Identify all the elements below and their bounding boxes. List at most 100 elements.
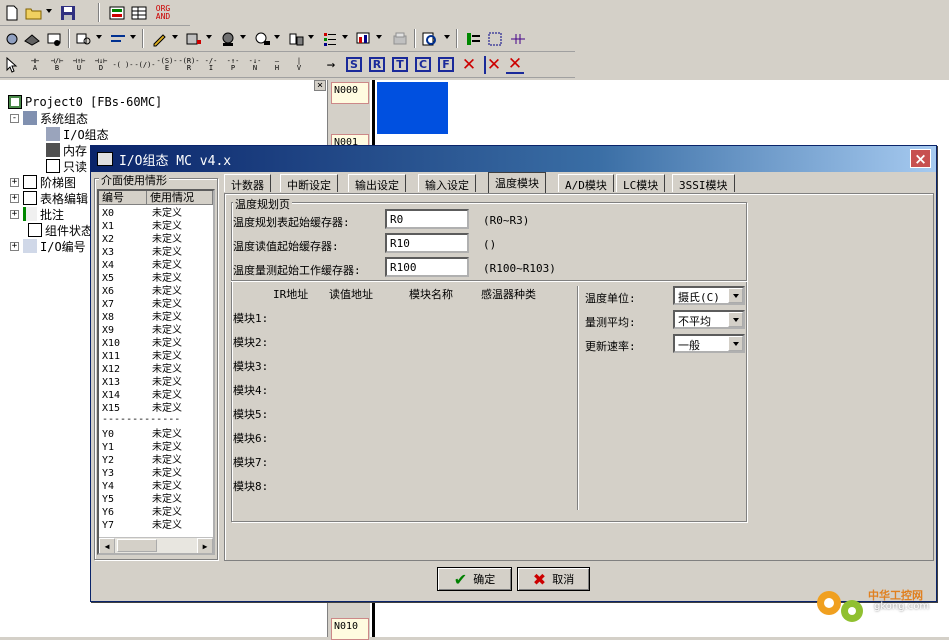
ladder-net-icon[interactable] <box>508 29 528 48</box>
set-block-button[interactable]: S <box>346 57 362 72</box>
horizontal-scrollbar[interactable]: ◀ ▶ <box>99 537 213 553</box>
tree-item-comment[interactable]: + 批注 <box>10 206 64 222</box>
ok-button[interactable]: ✔ 确定 <box>437 567 512 591</box>
io-usage-list[interactable]: 编号 使用情况 X0 未定义 X1 未定义 X2 未定义 X3 未定义 X4 未定义 X5 未定义 X6… <box>97 189 215 555</box>
temp-unit-select[interactable]: 摄氏(C) <box>673 286 745 305</box>
set-coil-button[interactable]: -(S)- E <box>156 55 178 75</box>
pointer-icon[interactable] <box>2 55 22 74</box>
plan-table-start-input[interactable]: R0 <box>385 209 469 229</box>
tree-item-rom[interactable]: 只读 <box>46 158 87 174</box>
list-item[interactable]: Y3 未定义 <box>102 467 182 480</box>
measure-average-select[interactable]: 不平均 <box>673 310 745 329</box>
list-item[interactable]: X13 未定义 <box>102 376 182 389</box>
scroll-right-icon[interactable]: ▶ <box>197 538 213 553</box>
list-item[interactable]: X0 未定义 <box>102 207 182 220</box>
tree-item-memory[interactable]: 内存 <box>46 142 87 158</box>
list-item[interactable]: X4 未定义 <box>102 259 182 272</box>
counter-block-button[interactable]: C <box>415 57 431 72</box>
tab-counter[interactable]: 计数器 <box>224 174 271 192</box>
tab-ad[interactable]: A/D模块 <box>558 174 614 192</box>
list-item[interactable]: X12 未定义 <box>102 363 182 376</box>
find-icon[interactable] <box>420 29 440 48</box>
contact-up-button[interactable]: ⊣↑⊢ U <box>68 55 90 75</box>
reset-block-button[interactable]: R <box>369 57 385 72</box>
rung-number[interactable]: N000 <box>331 82 369 104</box>
online-icon[interactable] <box>218 29 238 48</box>
expand-toggle[interactable]: + <box>10 193 19 203</box>
timer-block-button[interactable]: T <box>392 57 408 72</box>
tab-lc[interactable]: LC模块 <box>616 174 666 192</box>
chevron-down-icon[interactable] <box>728 288 743 303</box>
reset-coil-button[interactable]: -(R)- R <box>178 55 200 75</box>
measure-work-start-input[interactable]: R100 <box>385 257 469 277</box>
scroll-thumb[interactable] <box>117 539 157 552</box>
list-item[interactable]: X14 未定义 <box>102 389 182 402</box>
falling-edge-button[interactable]: -↓- N <box>244 55 266 75</box>
chart-tool-icon[interactable] <box>354 29 374 48</box>
tab-output[interactable]: 输出设定 <box>348 174 406 192</box>
list-item[interactable]: Y1 未定义 <box>102 441 182 454</box>
save-icon[interactable] <box>58 3 78 22</box>
compare-icon[interactable] <box>108 29 128 48</box>
delete-horizontal-icon[interactable]: ✕ <box>506 54 524 74</box>
column-header-number[interactable]: 编号 <box>99 191 147 205</box>
list-icon[interactable] <box>320 29 340 48</box>
memory-icon[interactable] <box>22 29 42 48</box>
tree-item-project[interactable]: Project0 [FBs-60MC] <box>8 94 162 110</box>
tab-3ssi[interactable]: 3SSI模块 <box>672 174 735 192</box>
collapse-toggle[interactable]: - <box>10 113 19 123</box>
contact-b-button[interactable]: ⊣/⊢ B <box>46 55 68 75</box>
expand-toggle[interactable]: + <box>10 241 19 251</box>
delete-vertical-icon[interactable]: ✕ <box>484 55 502 75</box>
monitor-status-icon[interactable] <box>252 29 272 48</box>
list-item[interactable]: X2 未定义 <box>102 233 182 246</box>
address-icon[interactable] <box>486 29 506 48</box>
list-item[interactable]: X7 未定义 <box>102 298 182 311</box>
horizontal-line-button[interactable]: — H <box>266 55 288 75</box>
chevron-down-icon[interactable] <box>728 336 743 351</box>
list-item[interactable]: Y6 未定义 <box>102 506 182 519</box>
list-item[interactable]: Y5 未定义 <box>102 493 182 506</box>
tab-interrupt[interactable]: 中断设定 <box>280 174 338 192</box>
scroll-left-icon[interactable]: ◀ <box>99 538 115 553</box>
invert-button[interactable]: -/- I <box>200 55 222 75</box>
dropdown-icon[interactable] <box>130 35 136 39</box>
column-header-usage[interactable]: 使用情况 <box>147 191 213 205</box>
tree-item-component-status[interactable]: 组件状态 <box>28 222 93 238</box>
tree-item-ladder[interactable]: + 阶梯图 <box>10 174 76 190</box>
arrow-line-button[interactable]: → <box>320 55 342 75</box>
tree-item-table-edit[interactable]: + 表格编辑 <box>10 190 88 206</box>
monitor-icon[interactable] <box>107 3 127 22</box>
list-item[interactable]: X8 未定义 <box>102 311 182 324</box>
cancel-button[interactable]: ✖ 取消 <box>517 567 590 591</box>
dropdown-icon[interactable] <box>376 35 382 39</box>
function-block-button[interactable]: F <box>438 57 454 72</box>
tree-item-system-config[interactable]: - 系统组态 <box>10 110 88 126</box>
list-item[interactable]: X11 未定义 <box>102 350 182 363</box>
search-tool-icon[interactable] <box>74 29 94 48</box>
open-dropdown-icon[interactable] <box>46 9 52 13</box>
read-value-start-input[interactable]: R10 <box>385 233 469 253</box>
list-item[interactable]: Y4 未定义 <box>102 480 182 493</box>
delete-icon[interactable]: ✕ <box>460 55 478 75</box>
dropdown-icon[interactable] <box>206 35 212 39</box>
list-item[interactable]: Y2 未定义 <box>102 454 182 467</box>
chevron-down-icon[interactable] <box>728 312 743 327</box>
list-item[interactable]: Y0 未定义 <box>102 428 182 441</box>
ladder-cursor-cell[interactable] <box>377 82 448 134</box>
list-item[interactable]: X3 未定义 <box>102 246 182 259</box>
open-folder-icon[interactable] <box>24 3 44 22</box>
dropdown-icon[interactable] <box>444 35 450 39</box>
list-item[interactable]: X6 未定义 <box>102 285 182 298</box>
list-item[interactable]: X10 未定义 <box>102 337 182 350</box>
plc-icon[interactable] <box>184 29 204 48</box>
contact-a-button[interactable]: ⊣⊢ A <box>24 55 46 75</box>
edit-pen-icon[interactable] <box>150 29 170 48</box>
dropdown-icon[interactable] <box>240 35 246 39</box>
update-rate-select[interactable]: 一般 <box>673 334 745 353</box>
vertical-line-button[interactable]: | V <box>288 55 310 75</box>
dropdown-icon[interactable] <box>274 35 280 39</box>
tab-temperature[interactable]: 温度模块 <box>488 172 546 193</box>
tree-item-io-config[interactable]: I/O组态 <box>46 126 109 142</box>
run-stop-icon[interactable] <box>286 29 306 48</box>
